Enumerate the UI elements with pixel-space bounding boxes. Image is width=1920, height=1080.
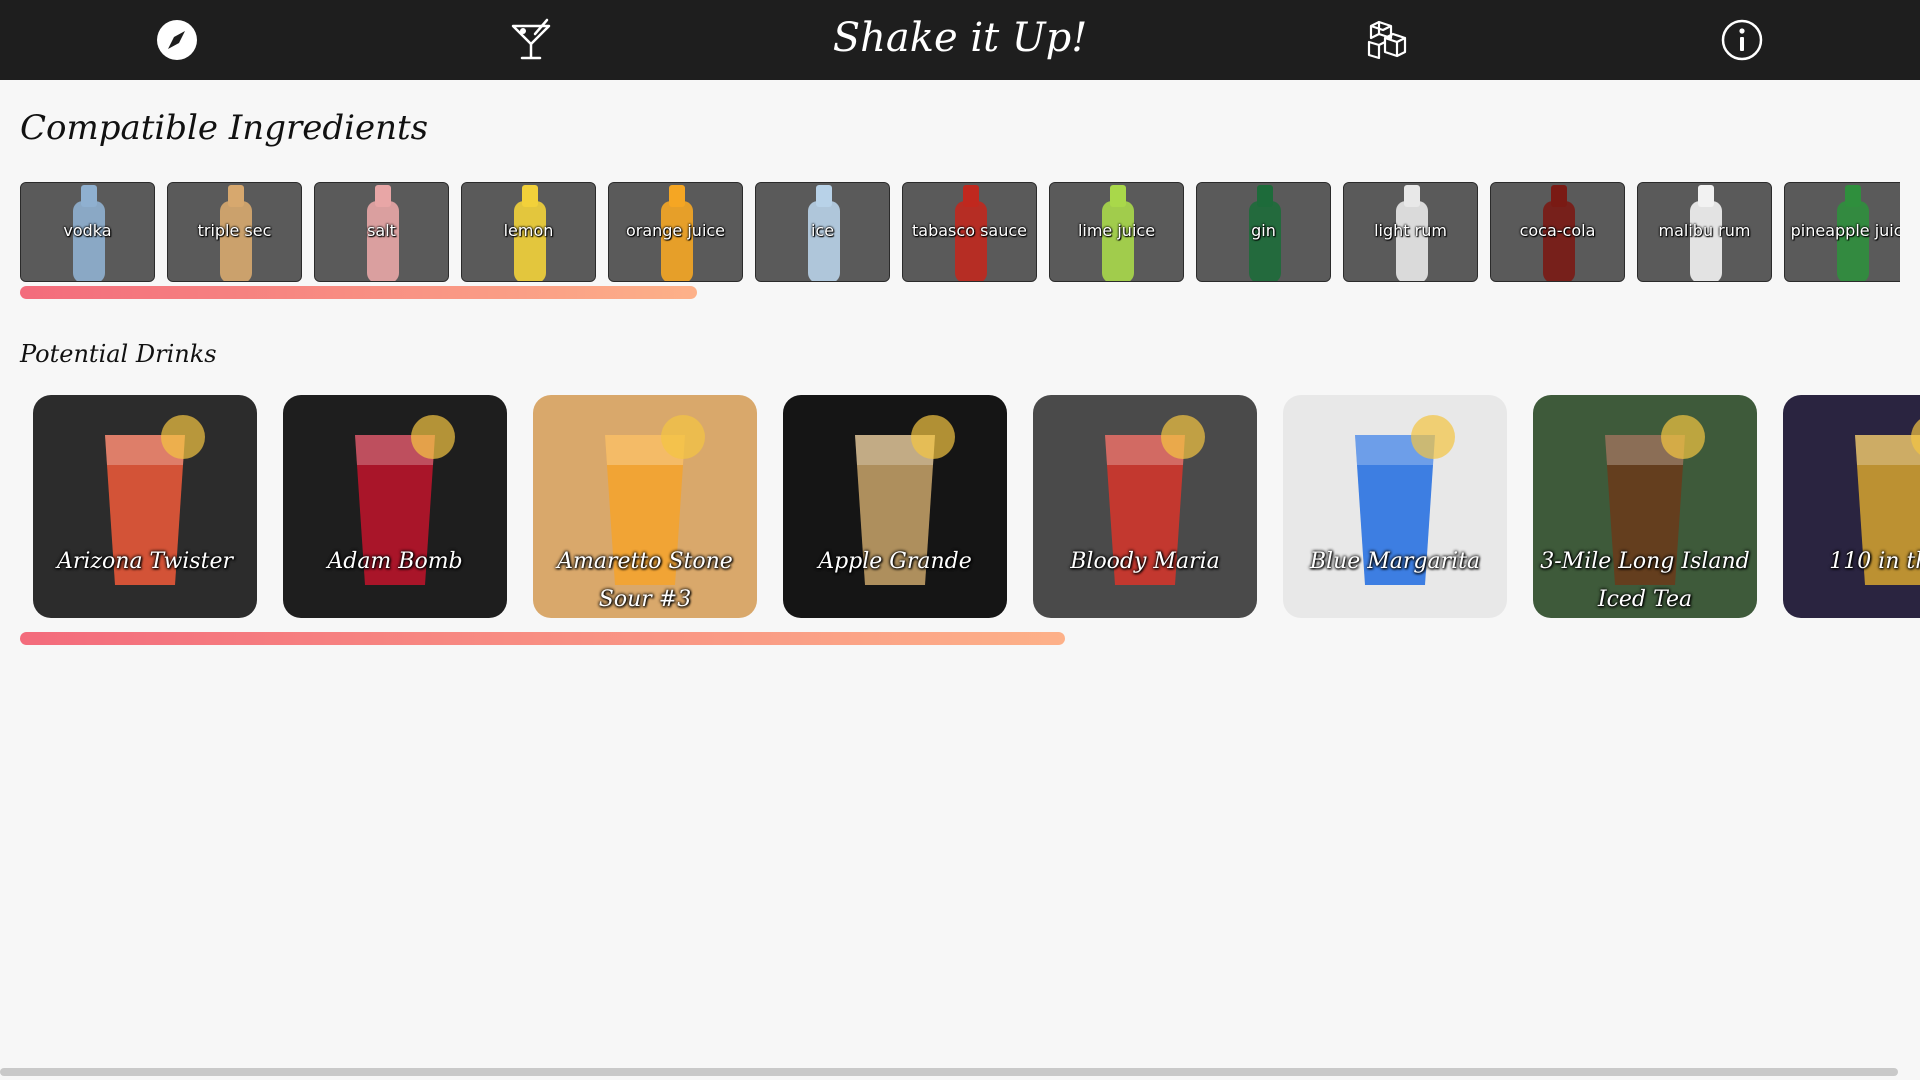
drink-image xyxy=(1283,395,1507,618)
ingredient-label: orange juice xyxy=(625,221,726,240)
page-horizontal-scrollbar[interactable] xyxy=(0,1068,1898,1076)
drink-card[interactable]: Blue Margarita xyxy=(1283,395,1507,618)
ingredient-card[interactable]: triple sec xyxy=(167,182,302,282)
drink-label: Amaretto Stone Sour #3 xyxy=(557,549,733,612)
drink-card[interactable]: Adam Bomb xyxy=(283,395,507,618)
drink-card[interactable]: Amaretto Stone Sour #3 xyxy=(533,395,757,618)
ingredient-card[interactable]: lime juice xyxy=(1049,182,1184,282)
ingredient-label: salt xyxy=(367,221,396,240)
drink-card[interactable]: 3-Mile Long Island Iced Tea xyxy=(1533,395,1757,618)
ingredient-card[interactable]: tabasco sauce xyxy=(902,182,1037,282)
ingredient-label: gin xyxy=(1251,221,1276,240)
ingredient-card[interactable]: ice xyxy=(755,182,890,282)
drink-label: 110 in the s xyxy=(1829,549,1920,574)
ingredient-card[interactable]: pineapple juice xyxy=(1784,182,1900,282)
drink-image xyxy=(783,395,1007,618)
drink-label: Arizona Twister xyxy=(57,549,233,574)
ingredient-card[interactable]: light rum xyxy=(1343,182,1478,282)
ingredient-label: vodka xyxy=(63,221,112,240)
ingredient-label: coca-cola xyxy=(1519,221,1596,240)
ingredient-card[interactable]: malibu rum xyxy=(1637,182,1772,282)
ingredient-label: ice xyxy=(810,221,835,240)
ingredient-card[interactable]: vodka xyxy=(20,182,155,282)
drink-label: Adam Bomb xyxy=(327,549,463,574)
info-icon[interactable] xyxy=(1720,18,1764,62)
drink-image xyxy=(1033,395,1257,618)
drink-image xyxy=(283,395,507,618)
drink-image xyxy=(1783,395,1920,618)
ingredient-card[interactable]: coca-cola xyxy=(1490,182,1625,282)
top-nav-bar: Shake it Up! xyxy=(0,0,1920,80)
drink-card[interactable]: Bloody Maria xyxy=(1033,395,1257,618)
drink-card[interactable]: Arizona Twister xyxy=(33,395,257,618)
drinks-carousel[interactable]: Arizona Twister Adam Bomb Amaretto Stone S… xyxy=(20,395,1920,620)
app-title: Shake it Up! xyxy=(832,15,1088,61)
ingredient-card[interactable]: salt xyxy=(314,182,449,282)
ingredient-card[interactable]: gin xyxy=(1196,182,1331,282)
drink-label: Bloody Maria xyxy=(1070,549,1220,574)
compass-icon[interactable] xyxy=(155,18,199,62)
drink-card[interactable]: 110 in the s xyxy=(1783,395,1920,618)
cocktail-glass-icon[interactable] xyxy=(509,18,553,62)
drink-label: Blue Margarita xyxy=(1309,549,1481,574)
ingredients-scroll-indicator[interactable] xyxy=(20,286,697,299)
ingredient-card[interactable]: lemon xyxy=(461,182,596,282)
ingredient-label: lime juice xyxy=(1077,221,1156,240)
ingredient-label: tabasco sauce xyxy=(912,221,1027,240)
ingredient-label: light rum xyxy=(1374,221,1447,240)
drink-label: Apple Grande xyxy=(818,549,972,574)
drink-label: 3-Mile Long Island Iced Tea xyxy=(1540,549,1750,612)
ingredient-label: malibu rum xyxy=(1658,221,1751,240)
ingredient-label: lemon xyxy=(503,221,554,240)
ingredient-label: pineapple juice xyxy=(1790,221,1900,240)
ingredient-card[interactable]: orange juice xyxy=(608,182,743,282)
drinks-heading: Potential Drinks xyxy=(20,340,217,368)
ice-cubes-icon[interactable] xyxy=(1365,18,1409,62)
ingredients-carousel[interactable]: vodka triple sec salt lemon orange juice ice t… xyxy=(20,182,1900,284)
drink-image xyxy=(33,395,257,618)
ingredient-label: triple sec xyxy=(197,221,272,240)
drinks-scroll-indicator[interactable] xyxy=(20,632,1065,645)
drink-card[interactable]: Apple Grande xyxy=(783,395,1007,618)
ingredients-heading: Compatible Ingredients xyxy=(20,108,429,148)
